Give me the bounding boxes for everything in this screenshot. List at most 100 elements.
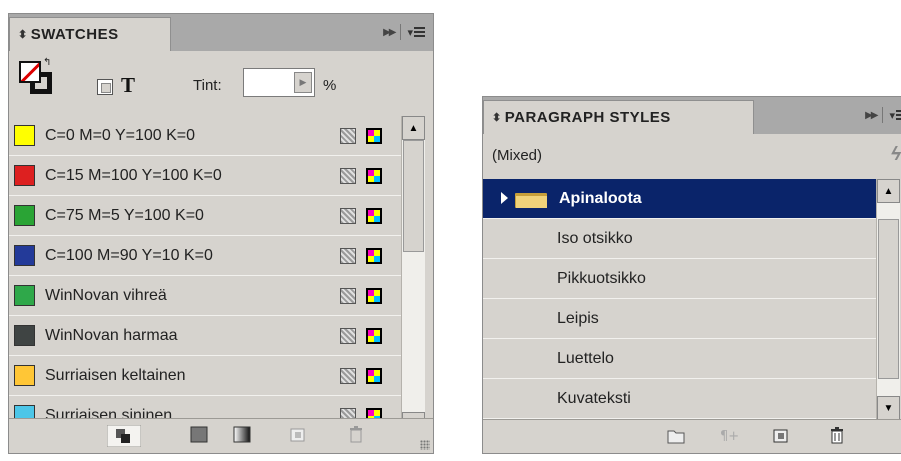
swatch-label: WinNovan harmaa	[45, 327, 178, 344]
process-color-icon	[340, 288, 356, 304]
process-color-icon	[340, 208, 356, 224]
paragraph-styles-tab[interactable]: ⬍ PARAGRAPH STYLES	[483, 100, 754, 134]
swatches-title: SWATCHES	[30, 26, 119, 43]
paragraph-style-label: Iso otsikko	[557, 230, 633, 247]
swatch-row[interactable]: C=0 M=0 Y=100 K=0	[9, 116, 401, 156]
cmyk-icon	[366, 328, 382, 344]
disclosure-triangle-icon[interactable]	[501, 192, 508, 204]
panel-menu-icon[interactable]: ▾	[407, 26, 425, 39]
tint-input[interactable]: ▶	[243, 68, 315, 97]
style-scrollbar[interactable]: ▲ ▼	[876, 179, 900, 420]
swatches-toolbar: ↰ T Tint: ▶ %	[9, 51, 433, 116]
svg-text:¶+: ¶+	[720, 429, 739, 444]
process-color-icon	[340, 248, 356, 264]
process-color-icon	[340, 168, 356, 184]
fill-stroke-icon[interactable]: ↰	[19, 57, 53, 95]
swatch-color-chip	[14, 325, 35, 346]
paragraph-styles-panel-controls: ▶▶ ▾	[865, 107, 901, 123]
divider	[400, 24, 402, 40]
collapse-icon[interactable]: ▶▶	[865, 110, 878, 121]
paragraph-styles-footer: ¶+	[483, 419, 901, 453]
paragraph-styles-panel: ⬍ PARAGRAPH STYLES ▶▶ ▾ (Mixed) ϟ Apinal…	[482, 96, 901, 454]
swatch-scrollbar[interactable]: ▲ ▼	[401, 116, 425, 436]
new-swatch-icon[interactable]	[289, 426, 307, 443]
panel-resize-arrows-icon: ⬍	[18, 29, 28, 41]
cmyk-icon	[366, 128, 382, 144]
paragraph-style-row[interactable]: Iso otsikko	[483, 219, 876, 259]
paragraph-style-label: Pikkuotsikko	[557, 270, 646, 287]
trash-icon[interactable]	[828, 427, 846, 444]
swatch-list: C=0 M=0 Y=100 K=0 C=15 M=100 Y=100 K=0 C=7…	[9, 116, 401, 436]
scroll-thumb[interactable]	[878, 219, 899, 379]
lightning-icon[interactable]: ϟ	[891, 144, 901, 166]
cmyk-icon	[366, 368, 382, 384]
cmyk-icon	[366, 288, 382, 304]
show-gradient-swatches-icon[interactable]	[233, 426, 251, 443]
swatch-row[interactable]: WinNovan harmaa	[9, 316, 401, 356]
clear-overrides-icon[interactable]: ¶+	[719, 427, 741, 444]
process-color-icon	[340, 128, 356, 144]
paragraph-style-label: Leipis	[557, 310, 599, 327]
swatch-label: C=100 M=90 Y=10 K=0	[45, 247, 213, 264]
paragraph-styles-title: PARAGRAPH STYLES	[504, 109, 671, 126]
swatch-label: C=15 M=100 Y=100 K=0	[45, 167, 222, 184]
swatch-row[interactable]: C=75 M=5 Y=100 K=0	[9, 196, 401, 236]
tint-label: Tint:	[193, 77, 222, 94]
scroll-down-button[interactable]: ▼	[877, 396, 900, 420]
cmyk-icon	[366, 208, 382, 224]
trash-icon[interactable]	[347, 426, 365, 443]
folder-icon	[515, 191, 549, 209]
scroll-up-button[interactable]: ▲	[877, 179, 900, 203]
swatch-row[interactable]: Surriaisen keltainen	[9, 356, 401, 396]
tint-stepper-button[interactable]: ▶	[294, 72, 312, 93]
panel-menu-icon[interactable]: ▾	[889, 109, 901, 122]
paragraph-style-list: Apinaloota Iso otsikko Pikkuotsikko Leipis…	[483, 179, 876, 420]
swatches-panel: ⬍ SWATCHES ▶▶ ▾ ↰ T Tint: ▶ % C=0 M=0 Y=…	[8, 13, 434, 454]
swap-arrow-icon[interactable]: ↰	[43, 57, 51, 68]
paragraph-style-label: Luettelo	[557, 350, 614, 367]
paragraph-style-label: Kuvateksti	[557, 390, 631, 407]
new-style-icon[interactable]	[772, 427, 790, 444]
swatch-label: C=75 M=5 Y=100 K=0	[45, 207, 204, 224]
cmyk-icon	[366, 248, 382, 264]
swatch-label: C=0 M=0 Y=100 K=0	[45, 127, 196, 144]
swatch-color-chip	[14, 205, 35, 226]
resize-grip[interactable]	[420, 440, 430, 450]
fill-box[interactable]	[19, 61, 41, 83]
swatch-color-chip	[14, 245, 35, 266]
swatch-row[interactable]: WinNovan vihreä	[9, 276, 401, 316]
tint-unit: %	[323, 77, 337, 94]
collapse-icon[interactable]: ▶▶	[383, 27, 396, 38]
cmyk-icon	[366, 168, 382, 184]
paragraph-style-row[interactable]: Kuvateksti	[483, 379, 876, 419]
show-color-swatches-icon[interactable]	[190, 426, 208, 443]
style-group-row[interactable]: Apinaloota	[483, 179, 876, 219]
swatch-row[interactable]: C=15 M=100 Y=100 K=0	[9, 156, 401, 196]
paragraph-style-row[interactable]: Pikkuotsikko	[483, 259, 876, 299]
new-style-group-icon[interactable]	[667, 427, 685, 444]
format-container-icon[interactable]	[97, 79, 113, 95]
paragraph-style-row[interactable]: Luettelo	[483, 339, 876, 379]
scroll-thumb[interactable]	[403, 140, 424, 252]
paragraph-style-row[interactable]: Leipis	[483, 299, 876, 339]
swatches-tab-strip: ⬍ SWATCHES ▶▶ ▾	[9, 14, 433, 51]
swatches-tab[interactable]: ⬍ SWATCHES	[9, 17, 171, 51]
current-style-name: (Mixed)	[492, 147, 543, 164]
paragraph-styles-tab-strip: ⬍ PARAGRAPH STYLES ▶▶ ▾	[483, 97, 901, 134]
swatch-row[interactable]: C=100 M=90 Y=10 K=0	[9, 236, 401, 276]
style-group-label: Apinaloota	[559, 190, 642, 207]
scroll-up-button[interactable]: ▲	[402, 116, 425, 140]
swatches-footer	[9, 418, 433, 453]
swatch-color-chip	[14, 365, 35, 386]
swatches-panel-controls: ▶▶ ▾	[383, 24, 425, 40]
swatch-color-chip	[14, 125, 35, 146]
process-color-icon	[340, 328, 356, 344]
current-style-bar: (Mixed) ϟ	[483, 134, 901, 179]
swatch-color-chip	[14, 165, 35, 186]
process-color-icon	[340, 368, 356, 384]
swatch-label: Surriaisen keltainen	[45, 367, 186, 384]
format-text-icon[interactable]: T	[121, 73, 135, 98]
panel-resize-arrows-icon: ⬍	[492, 112, 502, 124]
swatch-label: WinNovan vihreä	[45, 287, 167, 304]
show-all-swatches-icon[interactable]	[107, 425, 141, 447]
